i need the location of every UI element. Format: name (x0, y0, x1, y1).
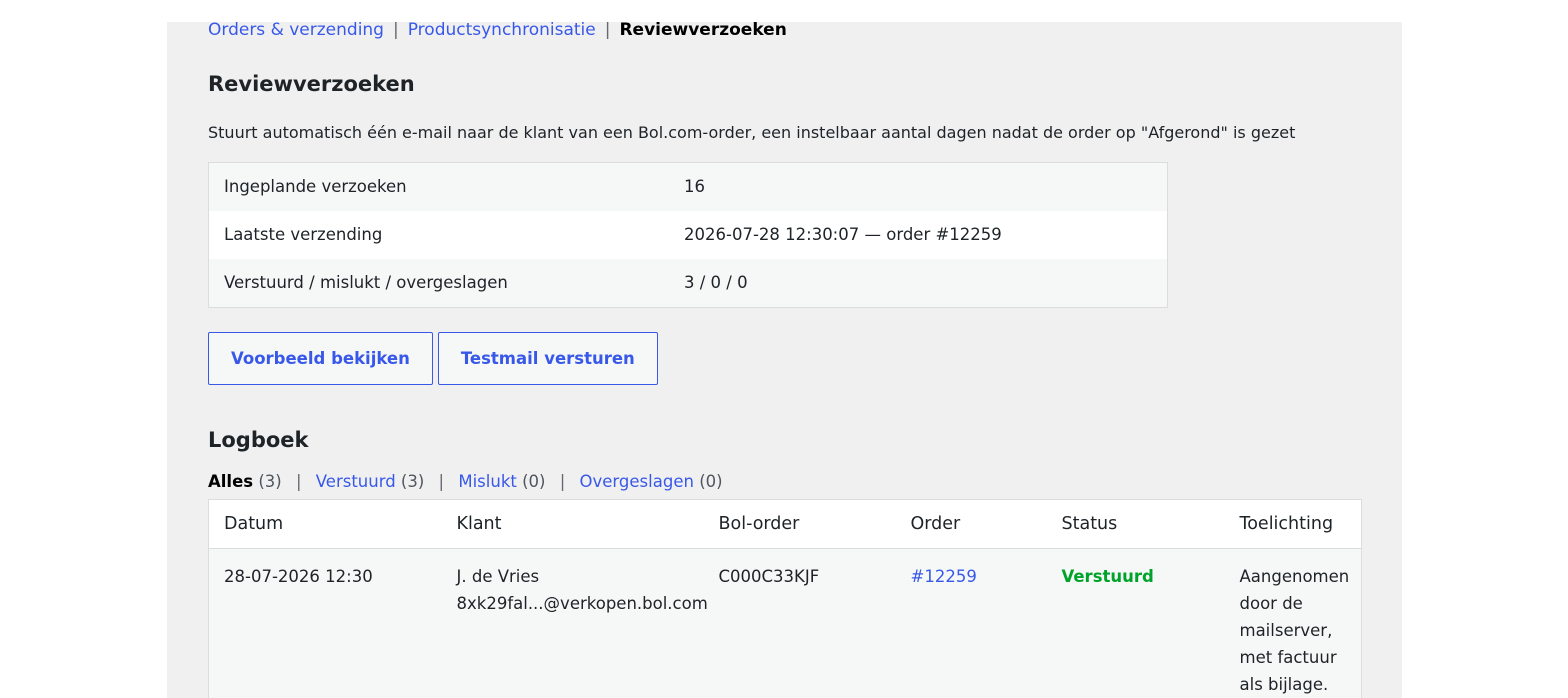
filter-separator: | (559, 472, 566, 491)
main-panel: Orders & verzending | Productsynchronisati… (167, 22, 1402, 698)
stats-label: Ingeplande verzoeken (208, 162, 669, 211)
subnav-separator: | (392, 22, 399, 40)
filter-count: (0) (522, 472, 546, 491)
filter-count: (0) (699, 472, 723, 491)
order-link[interactable]: #12259 (911, 567, 977, 586)
filter-separator: | (295, 472, 302, 491)
stats-table: Ingeplande verzoeken 16 Laatste verzendi… (208, 162, 1168, 308)
stats-label: Verstuurd / mislukt / overgeslagen (208, 259, 669, 308)
cell-note: Aangenomen door de mailserver, met factu… (1224, 548, 1362, 698)
subnav-current: Reviewverzoeken (619, 22, 787, 40)
preview-button[interactable]: Voorbeeld bekijken (208, 332, 433, 385)
stats-row: Verstuurd / mislukt / overgeslagen 3 / 0… (208, 259, 1168, 308)
status-badge: Verstuurd (1061, 567, 1154, 586)
col-order: Order (895, 499, 1047, 549)
note-line: door de (1239, 594, 1303, 613)
col-bol-order: Bol-order (703, 499, 896, 549)
page-description: Stuurt automatisch één e-mail naar de kl… (208, 123, 1296, 142)
filter-count: (3) (258, 472, 282, 491)
action-buttons: Voorbeeld bekijken Testmail versturen (208, 332, 658, 385)
filter-skipped[interactable]: Overgeslagen (580, 472, 694, 491)
cell-date: 28-07-2026 12:30 (208, 548, 442, 698)
testmail-button[interactable]: Testmail versturen (437, 332, 658, 385)
stats-row: Ingeplande verzoeken 16 (208, 162, 1168, 211)
stats-row: Laatste verzending 2026-07-28 12:30:07 —… (208, 211, 1168, 259)
note-line: als bijlage. (1239, 675, 1329, 694)
col-customer: Klant (441, 499, 704, 549)
cell-bol-order: C000C33KJF (703, 548, 896, 698)
customer-name: J. de Vries (456, 567, 540, 586)
filter-sent[interactable]: Verstuurd (316, 472, 396, 491)
subnav-separator: | (604, 22, 611, 40)
subnav-orders-link[interactable]: Orders & verzending (208, 22, 384, 40)
col-note: Toelichting (1224, 499, 1362, 549)
note-line: met factuur (1239, 648, 1337, 667)
stats-value: 16 (669, 162, 1168, 211)
customer-email: 8xk29fal...@verkopen.bol.com (456, 594, 708, 613)
table-row: 28-07-2026 12:30 J. de Vries 8xk29fal...… (208, 548, 1362, 698)
cell-customer: J. de Vries 8xk29fal...@verkopen.bol.com (441, 548, 708, 698)
subnav-products-link[interactable]: Productsynchronisatie (408, 22, 596, 40)
stats-value: 2026-07-28 12:30:07 — order #12259 (669, 211, 1168, 259)
filter-all[interactable]: Alles (208, 472, 253, 491)
note-line: mailserver, (1239, 621, 1333, 640)
log-title: Logboek (208, 428, 309, 452)
log-header-row: Datum Klant Bol-order Order Status Toeli… (208, 499, 1362, 549)
col-date: Datum (208, 499, 442, 549)
page-title: Reviewverzoeken (208, 72, 415, 96)
subnav: Orders & verzending | Productsynchronisati… (208, 22, 787, 39)
filter-count: (3) (400, 472, 425, 491)
stats-value: 3 / 0 / 0 (669, 259, 1168, 308)
col-status: Status (1046, 499, 1225, 549)
filter-failed[interactable]: Mislukt (458, 472, 516, 491)
filter-separator: | (438, 472, 445, 491)
note-line: Aangenomen (1239, 567, 1350, 586)
cell-order: #12259 (895, 548, 1047, 698)
log-table: Datum Klant Bol-order Order Status Toeli… (208, 499, 1362, 698)
cell-status: Verstuurd (1046, 548, 1225, 698)
stats-label: Laatste verzending (208, 211, 669, 259)
log-filters: Alles (3) | Verstuurd (3) | Mislukt (0) … (208, 472, 723, 492)
